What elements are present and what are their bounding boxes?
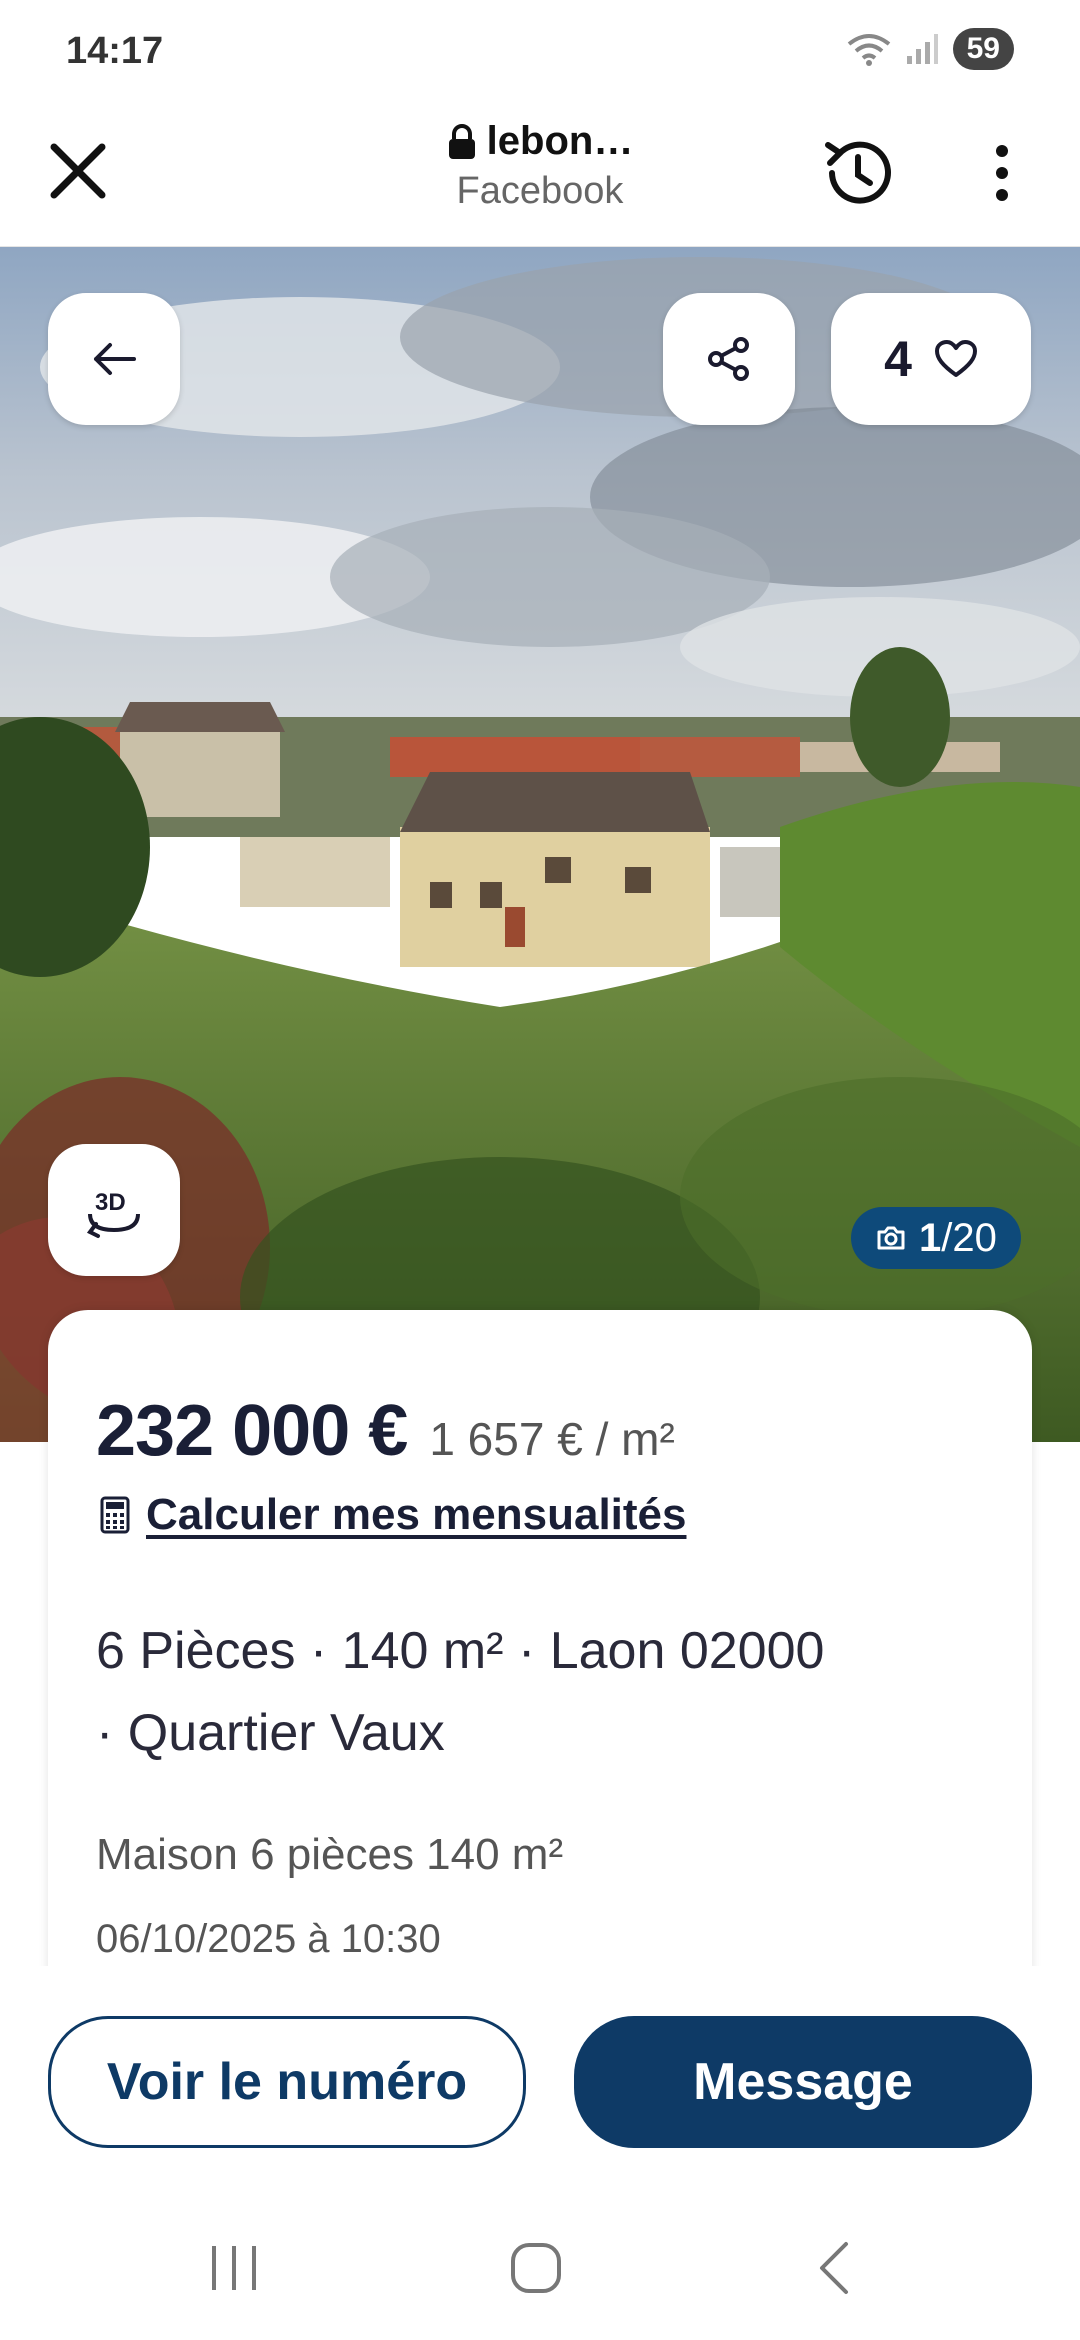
chevron-left-icon	[820, 2242, 848, 2294]
listing-details: 6 Pièces · 140 m² · Laon 02000 · Quartie…	[96, 1610, 976, 1774]
3d-rotate-icon: 3D	[86, 1189, 140, 1238]
share-button[interactable]	[663, 293, 795, 425]
photo-total: /20	[941, 1215, 997, 1260]
calculator-link-text[interactable]: Calculer mes mensualités	[146, 1490, 686, 1540]
arrow-left-icon	[94, 343, 136, 375]
favorite-count: 4	[884, 331, 912, 387]
system-back-button[interactable]	[814, 2240, 854, 2296]
calculator-icon	[100, 1496, 130, 1534]
camera-icon	[877, 1226, 905, 1250]
home-button[interactable]	[508, 2240, 564, 2296]
signal-icon	[906, 34, 938, 64]
status-bar: 14:17 59	[0, 0, 1080, 105]
history-icon	[825, 141, 891, 204]
back-button[interactable]	[48, 293, 180, 425]
history-button[interactable]	[818, 133, 898, 213]
url-source: Facebook	[456, 170, 624, 212]
more-menu-button[interactable]	[980, 137, 1024, 209]
price: 232 000 €	[96, 1391, 408, 1471]
virtual-tour-button[interactable]: 3D	[48, 1144, 180, 1276]
calculator-link[interactable]: Calculer mes mensualités	[100, 1490, 686, 1540]
details-line-2: · Quartier Vaux	[96, 1704, 445, 1762]
wifi-icon	[847, 34, 890, 66]
photo-counter: 1/20	[851, 1207, 1021, 1269]
more-vert-icon	[996, 145, 1008, 201]
message-button[interactable]: Message	[574, 2016, 1032, 2148]
recent-apps-icon	[212, 2246, 256, 2290]
status-icons: 59	[847, 28, 1014, 70]
battery-indicator: 59	[952, 28, 1014, 70]
close-icon	[50, 143, 106, 199]
system-nav-bar	[0, 2196, 1080, 2340]
url-text: lebon…	[486, 119, 634, 163]
details-line-1: 6 Pièces · 140 m² · Laon 02000	[96, 1622, 825, 1680]
svg-text:3D: 3D	[95, 1189, 126, 1216]
close-button[interactable]	[44, 137, 112, 205]
browser-toolbar: lebon… Facebook	[0, 105, 1080, 247]
price-row: 232 000 € 1 657 € / m²	[96, 1390, 675, 1472]
listing-date: 06/10/2025 à 10:30	[96, 1917, 441, 1961]
listing-info-card: 232 000 € 1 657 € / m² Calculer mes mens…	[48, 1310, 1032, 2010]
favorite-button[interactable]: 4	[831, 293, 1031, 425]
lock-icon	[448, 123, 475, 159]
url-bar[interactable]: lebon… Facebook	[330, 119, 750, 213]
status-time: 14:17	[66, 30, 164, 72]
price-per-m2: 1 657 € / m²	[429, 1413, 675, 1465]
listing-title: Maison 6 pièces 140 m²	[96, 1830, 564, 1879]
photo-current: 1	[919, 1215, 942, 1260]
recent-apps-button[interactable]	[206, 2242, 262, 2294]
action-bar: Voir le numéro Message	[0, 1966, 1080, 2196]
heart-icon	[934, 340, 977, 377]
share-icon	[708, 337, 749, 381]
home-icon	[511, 2243, 561, 2293]
listing-photo[interactable]: 4 3D 1/20	[0, 247, 1080, 1442]
see-number-button[interactable]: Voir le numéro	[48, 2016, 526, 2148]
